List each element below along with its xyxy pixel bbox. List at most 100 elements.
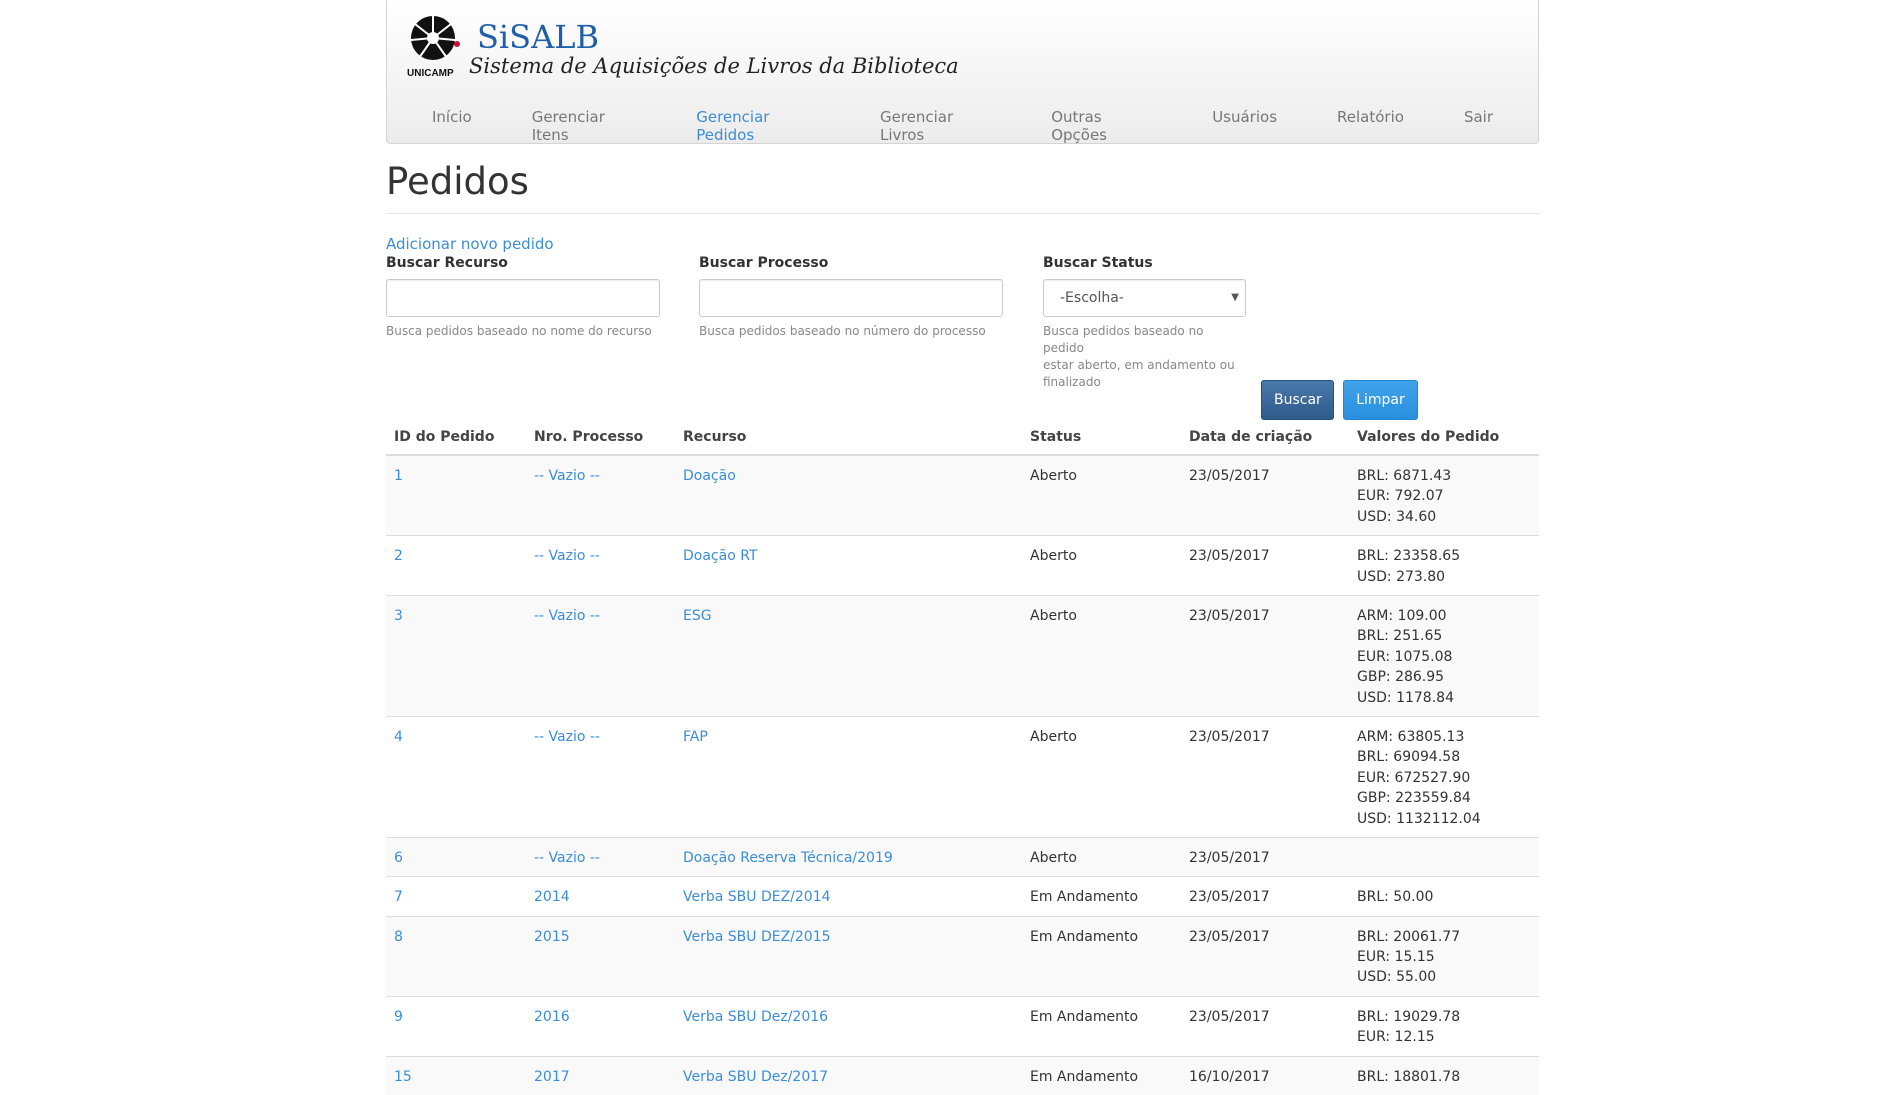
recurso-link[interactable]: Verba SBU Dez/2016 (683, 1009, 828, 1025)
nav-item[interactable]: Sair (1449, 108, 1508, 144)
processo-link[interactable]: -- Vazio -- (534, 468, 600, 484)
date-cell: 23/05/2017 (1189, 548, 1270, 565)
nav-item[interactable]: Gerenciar Livros (865, 108, 1006, 144)
order-id-link[interactable]: 3 (394, 608, 403, 624)
unicamp-logo-icon[interactable]: UNICAMP (407, 14, 463, 78)
nav-item[interactable]: Início (417, 108, 487, 144)
recurso-link[interactable]: Verba SBU DEZ/2014 (683, 889, 831, 905)
processo-link[interactable]: 2017 (534, 1069, 570, 1085)
processo-link[interactable]: -- Vazio -- (534, 850, 600, 866)
processo-link[interactable]: 2015 (534, 929, 570, 945)
table-cell: Em Andamento (1022, 915, 1181, 997)
table-cell: Verba SBU DEZ/2015 (675, 915, 1022, 997)
search-recurso-input[interactable] (386, 279, 660, 317)
table-cell: 4 (386, 716, 526, 838)
chevron-down-icon: ▼ (1231, 292, 1239, 303)
search-status-group: Buscar Status -Escolha- ▼ Busca pedidos … (1043, 255, 1246, 391)
recurso-link[interactable]: Doação Reserva Técnica/2019 (683, 850, 893, 866)
order-values-cell: BRL: 18801.78 (1349, 1055, 1539, 1095)
processo-link[interactable]: 2014 (534, 889, 570, 905)
table-cell: FAP (675, 716, 1022, 838)
status-cell: Em Andamento (1030, 1068, 1139, 1085)
col-header-valores[interactable]: Valores do Pedido (1349, 420, 1539, 456)
processo-link[interactable]: 2016 (534, 1009, 570, 1025)
order-id-link[interactable]: 7 (394, 889, 403, 905)
status-cell: Em Andamento (1030, 889, 1139, 906)
nav-item[interactable]: Relatório (1322, 108, 1419, 144)
order-value: BRL: 19029.78 (1357, 1008, 1461, 1025)
processo-link[interactable]: -- Vazio -- (534, 729, 600, 745)
table-cell: Verba SBU DEZ/2014 (675, 876, 1022, 916)
nav-item[interactable]: Gerenciar Pedidos (681, 108, 835, 144)
order-id-link[interactable]: 6 (394, 850, 403, 866)
table-cell: Verba SBU Dez/2016 (675, 995, 1022, 1057)
order-values-cell: ARM: 63805.13 BRL: 69094.58 EUR: 672527.90… (1349, 716, 1539, 838)
table-row: 8 2015 Verba SBU DEZ/2015 Em Andamento 23/05… (386, 915, 1539, 997)
status-select-value: -Escolha- (1060, 290, 1124, 306)
col-header-recurso[interactable]: Recurso (675, 420, 1022, 456)
recurso-link[interactable]: ESG (683, 608, 712, 624)
table-cell: 15 (386, 1055, 526, 1095)
date-cell: 23/05/2017 (1189, 850, 1270, 867)
order-id-link[interactable]: 9 (394, 1009, 403, 1025)
col-header-processo[interactable]: Nro. Processo (526, 420, 675, 456)
nav-item[interactable]: Outras Opções (1036, 108, 1167, 144)
table-cell: 23/05/2017 (1181, 995, 1349, 1057)
table-cell: Doação RT (675, 535, 1022, 596)
search-status-help: Busca pedidos baseado no pedido estar ab… (1043, 324, 1235, 389)
order-id-link[interactable]: 1 (394, 468, 403, 484)
table-cell: -- Vazio -- (526, 716, 675, 838)
order-values-cell: BRL: 20061.77 EUR: 15.15 USD: 55.00 (1349, 915, 1539, 997)
order-value: ARM: 109.00 (1357, 608, 1447, 625)
orders-table: ID do Pedido Nro. Processo Recurso Statu… (386, 420, 1539, 1095)
brand-subtitle: Sistema de Aquisições de Livros da Bibli… (469, 54, 959, 78)
order-value: ARM: 63805.13 (1357, 729, 1465, 746)
brand-title: SiSALB (477, 18, 599, 56)
table-cell: Verba SBU Dez/2017 (675, 1055, 1022, 1095)
search-processo-input[interactable] (699, 279, 1003, 317)
table-cell: -- Vazio -- (526, 454, 675, 536)
status-cell: Em Andamento (1030, 928, 1139, 945)
nav-item[interactable]: Gerenciar Itens (517, 108, 652, 144)
processo-link[interactable]: -- Vazio -- (534, 608, 600, 624)
buscar-button[interactable]: Buscar (1261, 380, 1334, 420)
search-processo-label: Buscar Processo (699, 255, 829, 271)
search-recurso-label: Buscar Recurso (386, 255, 508, 271)
status-cell: Aberto (1030, 548, 1077, 565)
table-row: 3 -- Vazio -- ESG Aberto 23/05/2017 ARM: 109.… (386, 595, 1539, 717)
nav-item[interactable]: Usuários (1197, 108, 1292, 144)
recurso-link[interactable]: Doação (683, 468, 736, 484)
add-order-link[interactable]: Adicionar novo pedido (386, 235, 554, 253)
order-id-link[interactable]: 2 (394, 548, 403, 564)
order-id-link[interactable]: 15 (394, 1069, 412, 1085)
recurso-link[interactable]: Verba SBU Dez/2017 (683, 1069, 828, 1085)
table-cell: Aberto (1022, 535, 1181, 596)
col-header-status[interactable]: Status (1022, 420, 1181, 456)
limpar-button[interactable]: Limpar (1343, 380, 1418, 420)
status-cell: Aberto (1030, 850, 1077, 867)
table-cell: Em Andamento (1022, 876, 1181, 916)
status-cell: Aberto (1030, 608, 1077, 625)
order-value: EUR: 12.15 (1357, 1029, 1435, 1046)
order-value: EUR: 15.15 (1357, 948, 1435, 965)
table-cell: Doação (675, 454, 1022, 536)
order-values-cell: BRL: 23358.65 USD: 273.80 (1349, 535, 1539, 596)
table-cell: 2017 (526, 1055, 675, 1095)
recurso-link[interactable]: FAP (683, 729, 708, 745)
recurso-link[interactable]: Doação RT (683, 548, 757, 564)
recurso-link[interactable]: Verba SBU DEZ/2015 (683, 929, 831, 945)
order-id-link[interactable]: 4 (394, 729, 403, 745)
table-cell: 2014 (526, 876, 675, 916)
table-cell: Aberto (1022, 716, 1181, 838)
processo-link[interactable]: -- Vazio -- (534, 548, 600, 564)
order-values-cell: BRL: 19029.78 EUR: 12.15 (1349, 995, 1539, 1057)
status-select[interactable]: -Escolha- ▼ (1043, 279, 1246, 317)
col-header-id[interactable]: ID do Pedido (386, 420, 526, 456)
table-cell: 6 (386, 837, 526, 877)
table-cell: 1 (386, 454, 526, 536)
col-header-data[interactable]: Data de criação (1181, 420, 1349, 456)
order-values-cell: BRL: 6871.43 EUR: 792.07 USD: 34.60 (1349, 454, 1539, 536)
table-cell: Em Andamento (1022, 995, 1181, 1057)
order-values-cell: ARM: 109.00 BRL: 251.65 EUR: 1075.08 GBP: 2… (1349, 595, 1539, 717)
order-id-link[interactable]: 8 (394, 929, 403, 945)
